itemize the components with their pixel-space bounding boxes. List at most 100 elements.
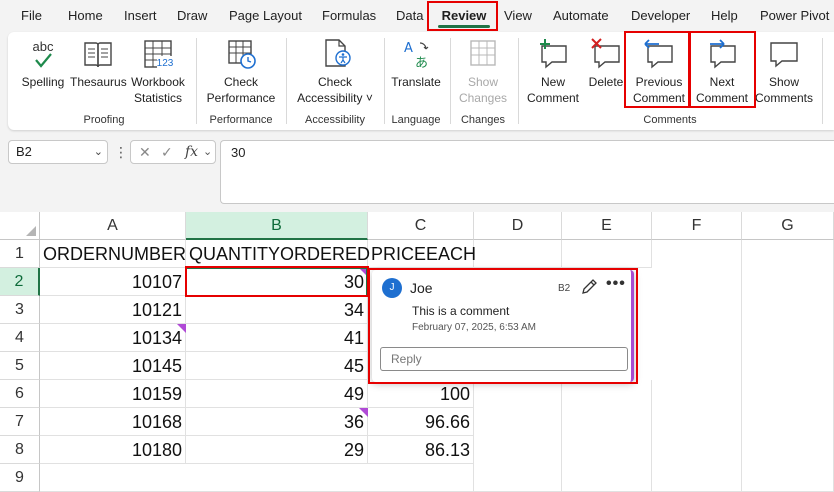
show-changes-label-1: Show — [467, 75, 499, 89]
new-comment-button[interactable]: New Comment — [522, 38, 584, 106]
tab-formulas[interactable]: Formulas — [322, 0, 376, 32]
select-all-corner[interactable] — [0, 212, 40, 240]
column-header-f[interactable]: F — [652, 212, 742, 240]
cell-c7[interactable]: 96.66 — [368, 408, 474, 436]
cell-c8[interactable]: 86.13 — [368, 436, 474, 464]
row-header-3[interactable]: 3 — [0, 296, 40, 324]
row-header-1[interactable]: 1 — [0, 240, 40, 268]
tab-data[interactable]: Data — [396, 0, 423, 32]
tab-view[interactable]: View — [504, 0, 532, 32]
tab-automate[interactable]: Automate — [553, 0, 609, 32]
menu-bar: File Home Insert Draw Page Layout Formul… — [0, 0, 834, 32]
cell-a1[interactable]: ORDERNUMBER — [40, 240, 186, 268]
row-header-9[interactable]: 9 — [0, 464, 40, 492]
group-performance: Performance — [209, 114, 273, 126]
cell-b1[interactable]: QUANTITYORDERED — [186, 240, 370, 268]
tab-insert[interactable]: Insert — [124, 0, 157, 32]
previous-comment-label-2: Comment — [632, 91, 685, 105]
row-header-7[interactable]: 7 — [0, 408, 40, 436]
formula-input[interactable]: 30 — [220, 140, 834, 204]
ribbon-separator — [518, 38, 519, 124]
chevron-down-icon[interactable]: ⌄ — [203, 141, 212, 163]
column-f-cells[interactable] — [652, 240, 742, 492]
delete-comment-icon — [591, 38, 620, 69]
cell-e1[interactable] — [562, 240, 652, 268]
ribbon-separator — [384, 38, 385, 124]
row-header-2[interactable]: 2 — [0, 268, 40, 296]
reply-input[interactable]: Reply — [380, 347, 628, 371]
tab-review[interactable]: Review — [434, 0, 494, 32]
cell-a3[interactable]: 10121 — [40, 296, 186, 324]
column-d-cells[interactable] — [474, 380, 562, 492]
cell-a7[interactable]: 10168 — [40, 408, 186, 436]
cell-a8[interactable]: 10180 — [40, 436, 186, 464]
comment-text: This is a comment — [412, 304, 510, 318]
column-header-c[interactable]: C — [368, 212, 474, 240]
more-options-icon[interactable]: ⋮ — [114, 140, 128, 164]
spelling-button[interactable]: abc Spelling — [16, 38, 70, 90]
tab-power-pivot[interactable]: Power Pivot — [760, 0, 829, 32]
previous-comment-button[interactable]: Previous Comment — [628, 38, 690, 106]
cell-d1[interactable] — [474, 240, 562, 268]
row-9-cells[interactable] — [40, 464, 474, 492]
check-performance-label-1: Check — [223, 75, 258, 89]
show-changes-button[interactable]: Show Changes — [454, 38, 512, 106]
row-header-6[interactable]: 6 — [0, 380, 40, 408]
row-header-8[interactable]: 8 — [0, 436, 40, 464]
show-comments-label-2: Comments — [754, 91, 813, 105]
enter-icon[interactable]: ✓ — [161, 141, 173, 163]
tab-developer[interactable]: Developer — [631, 0, 690, 32]
cell-c6[interactable]: 100 — [368, 380, 474, 408]
insert-function-icon[interactable]: fx — [185, 141, 198, 163]
cell-b4[interactable]: 41 — [186, 324, 368, 352]
cell-b3[interactable]: 34 — [186, 296, 368, 324]
workbook-statistics-button[interactable]: 123 Workbook Statistics — [126, 38, 190, 106]
edit-icon[interactable] — [580, 278, 598, 296]
check-performance-button[interactable]: Check Performance — [202, 38, 280, 106]
cancel-icon[interactable]: ✕ — [139, 141, 151, 163]
column-header-g[interactable]: G — [742, 212, 834, 240]
show-comments-icon — [770, 42, 798, 68]
next-comment-button[interactable]: Next Comment — [694, 38, 750, 106]
thesaurus-label: Thesaurus — [70, 75, 127, 89]
thesaurus-button[interactable]: Thesaurus — [70, 38, 127, 90]
show-comments-button[interactable]: Show Comments — [754, 38, 814, 106]
row-header-5[interactable]: 5 — [0, 352, 40, 380]
column-header-b[interactable]: B — [186, 212, 368, 240]
name-box[interactable]: B2 ⌄ — [8, 140, 108, 164]
cell-c1[interactable]: PRICEEACH — [368, 240, 476, 268]
next-comment-label-1: Next — [709, 75, 735, 89]
cell-b5[interactable]: 45 — [186, 352, 368, 380]
tab-help[interactable]: Help — [711, 0, 738, 32]
column-g-cells[interactable] — [742, 240, 834, 492]
delete-label: Delete — [588, 75, 624, 89]
comment-timestamp: February 07, 2025, 6:53 AM — [412, 322, 536, 333]
column-e-cells[interactable] — [562, 380, 652, 492]
column-header-e[interactable]: E — [562, 212, 652, 240]
tab-page-layout[interactable]: Page Layout — [229, 0, 302, 32]
more-actions-icon[interactable]: ••• — [606, 275, 626, 293]
translate-button[interactable]: A あ Translate — [388, 38, 444, 90]
workbook-statistics-icon: 123 — [144, 40, 174, 69]
tab-file[interactable]: File — [21, 0, 42, 32]
cell-a2[interactable]: 10107 — [40, 268, 186, 296]
cell-b8[interactable]: 29 — [186, 436, 368, 464]
check-accessibility-button[interactable]: Check Accessibility ˅ — [292, 38, 378, 106]
comment-indicator — [359, 408, 368, 417]
group-language: Language — [391, 114, 441, 126]
cell-a5[interactable]: 10145 — [40, 352, 186, 380]
delete-comment-button[interactable]: Delete — [586, 38, 626, 90]
tab-home[interactable]: Home — [68, 0, 103, 32]
column-header-d[interactable]: D — [474, 212, 562, 240]
tab-draw[interactable]: Draw — [177, 0, 207, 32]
comment-indicator — [177, 324, 186, 333]
cell-a4[interactable]: 10134 — [40, 324, 186, 352]
avatar: J — [382, 278, 402, 298]
cell-b7[interactable]: 36 — [186, 408, 368, 436]
cell-a6[interactable]: 10159 — [40, 380, 186, 408]
column-header-a[interactable]: A — [40, 212, 186, 240]
new-comment-label-1: New — [540, 75, 565, 89]
row-header-4[interactable]: 4 — [0, 324, 40, 352]
chevron-down-icon[interactable]: ⌄ — [94, 141, 103, 163]
cell-b6[interactable]: 49 — [186, 380, 368, 408]
